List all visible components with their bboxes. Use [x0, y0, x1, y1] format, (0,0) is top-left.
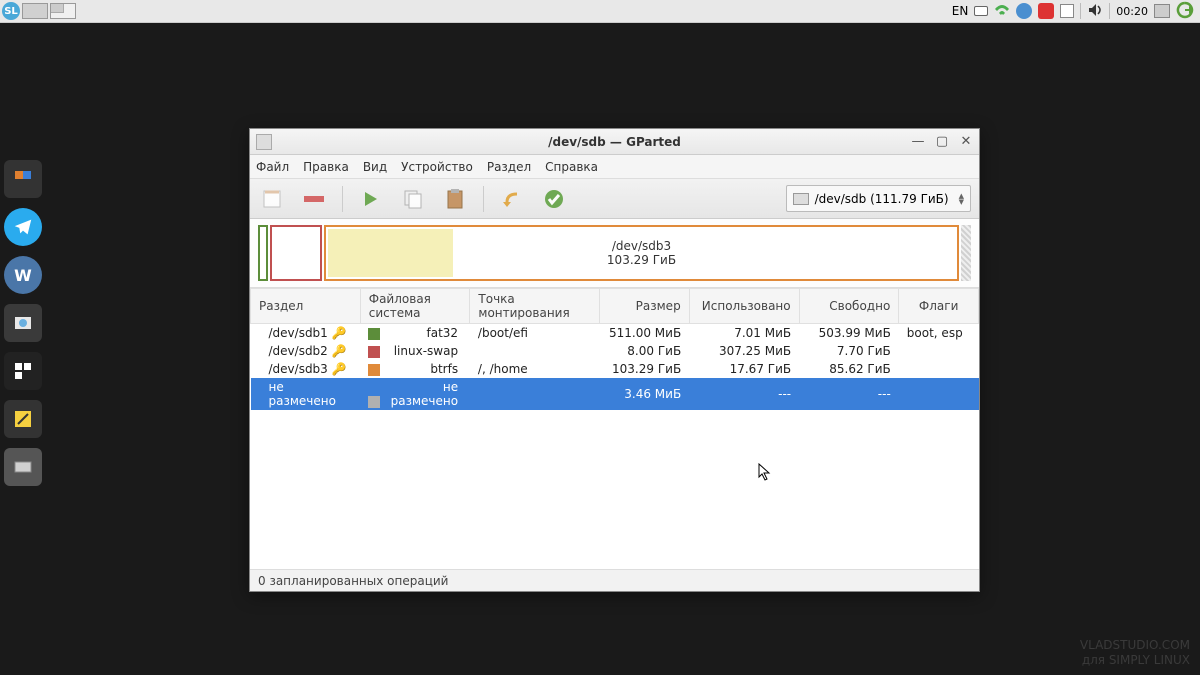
toolbar-separator	[483, 186, 484, 212]
dock-telegram[interactable]	[4, 208, 42, 246]
table-row[interactable]: /dev/sdb2 🔑 linux-swap8.00 ГиБ307.25 МиБ…	[251, 342, 979, 360]
menu-edit[interactable]: Правка	[303, 160, 349, 174]
dock-disc[interactable]	[4, 304, 42, 342]
start-menu-button[interactable]: SL	[2, 2, 20, 20]
wifi-icon[interactable]	[994, 3, 1010, 19]
new-partition-button[interactable]	[258, 185, 286, 213]
toolbar: /dev/sdb (111.79 ГиБ) ▲▼	[250, 179, 979, 219]
menu-partition[interactable]: Раздел	[487, 160, 531, 174]
diskmap-sdb3[interactable]: /dev/sdb3 103.29 ГиБ	[324, 225, 959, 281]
keyboard-layout-indicator[interactable]: EN	[952, 4, 969, 18]
table-row[interactable]: /dev/sdb3 🔑 btrfs/, /home103.29 ГиБ17.67…	[251, 360, 979, 378]
diskmap-sdb1[interactable]	[258, 225, 268, 281]
logout-icon[interactable]	[1176, 1, 1194, 22]
dock: W	[4, 160, 42, 486]
clock[interactable]: 00:20	[1116, 5, 1148, 18]
lock-icon: 🔑	[332, 362, 342, 372]
diskmap-sdb2[interactable]	[270, 225, 322, 281]
window-icon	[256, 134, 272, 150]
delete-partition-button[interactable]	[300, 185, 328, 213]
diskmap-used-region	[328, 229, 453, 277]
dock-files[interactable]	[4, 352, 42, 390]
vk-tray-icon[interactable]	[1016, 3, 1032, 19]
col-size[interactable]: Размер	[600, 289, 690, 324]
close-button[interactable]: ✕	[957, 132, 975, 150]
apply-button[interactable]	[540, 185, 568, 213]
table-row[interactable]: /dev/sdb1 🔑 fat32/boot/efi511.00 МиБ7.01…	[251, 324, 979, 343]
col-fs[interactable]: Файловая система	[360, 289, 470, 324]
disk-icon	[793, 193, 809, 205]
col-flags[interactable]: Флаги	[899, 289, 979, 324]
col-mount[interactable]: Точка монтирования	[470, 289, 600, 324]
statusbar: 0 запланированных операций	[250, 569, 979, 591]
menubar: Файл Правка Вид Устройство Раздел Справк…	[250, 155, 979, 179]
toolbar-separator	[342, 186, 343, 212]
minimize-button[interactable]: —	[909, 132, 927, 150]
fs-swatch	[368, 346, 380, 358]
workspace-2-button[interactable]	[50, 3, 76, 19]
gparted-window: /dev/sdb — GParted — ▢ ✕ Файл Правка Вид…	[249, 128, 980, 592]
workspace-1-button[interactable]	[22, 3, 48, 19]
col-free[interactable]: Свободно	[799, 289, 899, 324]
titlebar[interactable]: /dev/sdb — GParted — ▢ ✕	[250, 129, 979, 155]
separator	[1080, 3, 1081, 19]
menu-file[interactable]: Файл	[256, 160, 289, 174]
clipboard-tray-icon[interactable]	[1060, 4, 1074, 18]
lock-icon: 🔑	[332, 326, 342, 336]
diskmap-unallocated[interactable]	[961, 225, 971, 281]
fs-swatch	[368, 364, 380, 376]
resize-partition-button[interactable]	[357, 185, 385, 213]
dock-drive[interactable]	[4, 448, 42, 486]
device-selector[interactable]: /dev/sdb (111.79 ГиБ) ▲▼	[786, 185, 971, 212]
fs-swatch	[368, 328, 380, 340]
dock-notes[interactable]	[4, 400, 42, 438]
top-panel: SL EN 00:20	[0, 0, 1200, 23]
volume-icon[interactable]	[1087, 2, 1103, 21]
diskmap-label: /dev/sdb3 103.29 ГиБ	[607, 239, 676, 267]
paste-partition-button[interactable]	[441, 185, 469, 213]
undo-button[interactable]	[498, 185, 526, 213]
menu-view[interactable]: Вид	[363, 160, 387, 174]
window-title: /dev/sdb — GParted	[250, 135, 979, 149]
menu-help[interactable]: Справка	[545, 160, 598, 174]
separator	[1109, 3, 1110, 19]
menu-device[interactable]: Устройство	[401, 160, 473, 174]
col-partition[interactable]: Раздел	[251, 289, 361, 324]
fs-swatch	[368, 396, 380, 408]
notification-tray-icon[interactable]	[1038, 3, 1054, 19]
status-text: 0 запланированных операций	[258, 574, 448, 588]
wallpaper-watermark: VLADSTUDIO.COM для SIMPLY LINUX	[1080, 638, 1190, 669]
table-row[interactable]: не размечено не размечено3.46 МиБ------	[251, 378, 979, 410]
disk-map[interactable]: /dev/sdb3 103.29 ГиБ	[258, 225, 971, 281]
partition-table[interactable]: Раздел Файловая система Точка монтирован…	[250, 287, 979, 569]
copy-partition-button[interactable]	[399, 185, 427, 213]
dock-vk[interactable]: W	[4, 256, 42, 294]
battery-icon[interactable]	[974, 6, 988, 16]
dock-app-1[interactable]	[4, 160, 42, 198]
trash-tray-icon[interactable]	[1154, 4, 1170, 18]
lock-icon: 🔑	[332, 344, 342, 354]
maximize-button[interactable]: ▢	[933, 132, 951, 150]
col-used[interactable]: Использовано	[689, 289, 799, 324]
